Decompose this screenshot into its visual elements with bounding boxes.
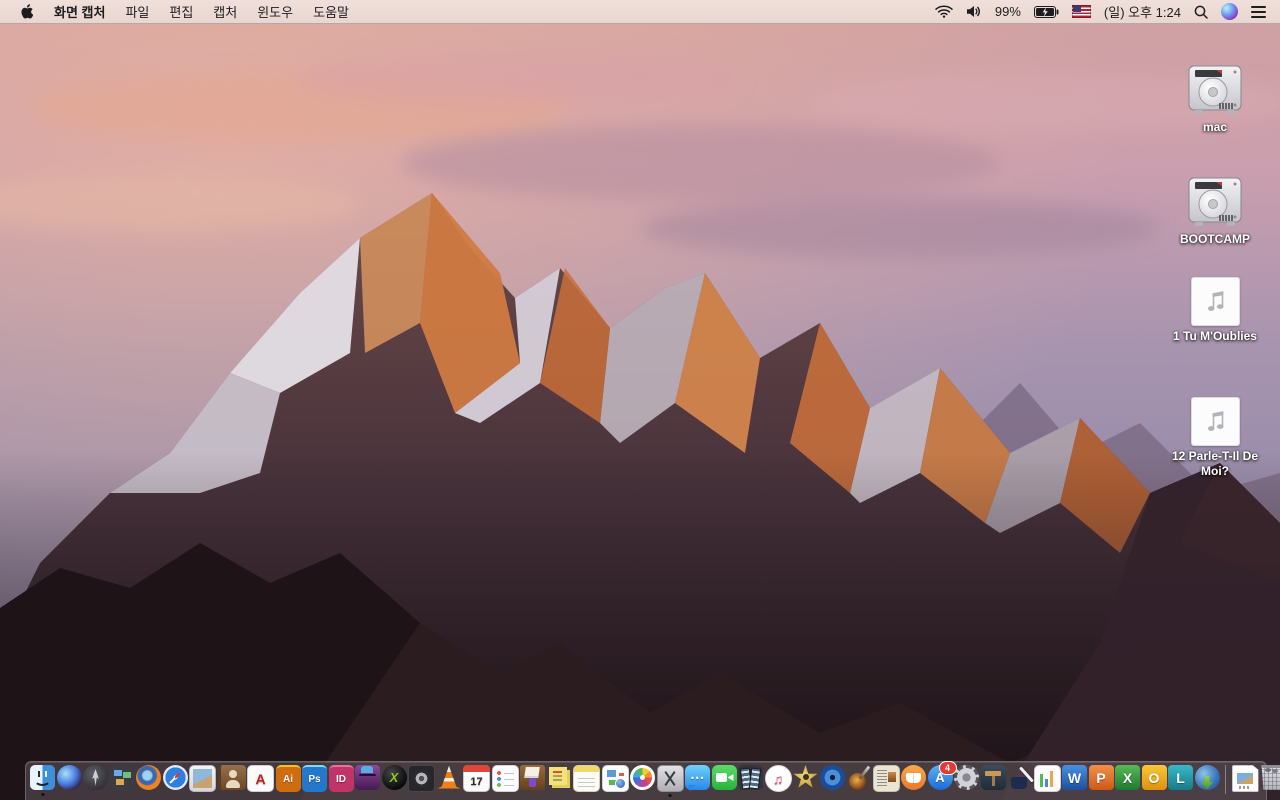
desktop-icon-label: 1 Tu M'Oublies — [1173, 329, 1257, 343]
input-source-flag-icon[interactable] — [1071, 5, 1091, 18]
dock-icon-pages[interactable] — [1007, 765, 1032, 790]
dock-icon-reminders[interactable] — [491, 765, 519, 792]
desktop-icon-bootcamp-drive[interactable]: BOOTCAMP — [1159, 173, 1271, 247]
dock-icon-indesign[interactable]: ID — [328, 765, 354, 792]
menu-help[interactable]: 도움말 — [303, 0, 359, 23]
dock-icon-numbers[interactable] — [1033, 765, 1061, 792]
dock-icon-document-file[interactable] — [1231, 765, 1259, 792]
excel-glyph: X — [1122, 769, 1133, 786]
dock-icon-toast[interactable] — [355, 765, 380, 790]
dock-icon-notes[interactable] — [573, 765, 600, 792]
dock-icon-imovie[interactable] — [793, 765, 818, 788]
dock-icon-news-clipping[interactable] — [872, 765, 900, 792]
volume-icon[interactable] — [966, 5, 982, 18]
desktop-area: mac BOOTCAMP 1 Tu M'Oublies 12 Parle-T-I… — [0, 23, 1280, 800]
dock-icon-word[interactable]: W — [1062, 765, 1087, 790]
menu-bar-left: 화면 캡처 파일 편집 캡처 윈도우 도움말 — [0, 0, 359, 23]
running-indicator — [668, 794, 672, 797]
menu-capture[interactable]: 캡처 — [203, 0, 247, 23]
wallpaper-sierra-mountains — [0, 23, 1280, 800]
battery-charging-icon[interactable] — [1033, 5, 1059, 18]
desktop-icon-mac-drive[interactable]: mac — [1159, 61, 1271, 135]
dock-icon-stickies[interactable] — [547, 765, 572, 790]
dock-icon-trash[interactable] — [1261, 765, 1280, 790]
menu-bar-clock[interactable]: (일) 오후 1:24 — [1104, 2, 1181, 21]
apple-menu-icon[interactable] — [0, 0, 44, 23]
notification-center-icon[interactable] — [1251, 5, 1266, 18]
dock-icon-calendar[interactable]: 17 — [463, 765, 490, 792]
menu-file[interactable]: 파일 — [115, 0, 159, 23]
dock-icon-ibooks[interactable] — [901, 765, 926, 790]
dock-icon-acrobat[interactable]: A — [247, 765, 274, 792]
dock-icon-keynote[interactable] — [980, 765, 1006, 790]
dock-icon-app-store[interactable]: A4 — [927, 761, 957, 790]
photoshop-glyph: Ps — [308, 774, 321, 785]
dock-separator — [1225, 765, 1226, 794]
dock-icon-outlook[interactable]: O — [1141, 765, 1167, 790]
dock-icon-powerpoint[interactable]: P — [1088, 765, 1114, 790]
dock-icon-dvd-player[interactable] — [819, 765, 845, 790]
dock-icon-lync[interactable]: L — [1168, 765, 1193, 790]
dock-icon-safari[interactable] — [162, 765, 188, 790]
dock-icon-contacts[interactable] — [217, 765, 246, 790]
hard-drive-icon — [1188, 177, 1242, 226]
dock-icon-x-converter[interactable]: X — [381, 765, 407, 790]
x-converter-glyph: X — [389, 770, 399, 785]
dock-icon-fan-utility[interactable] — [408, 765, 435, 792]
indesign-glyph: ID — [336, 774, 346, 785]
dock-icon-itunes[interactable]: ♫ — [764, 765, 792, 792]
itunes-glyph: ♫ — [772, 770, 784, 787]
acrobat-glyph: A — [255, 770, 266, 787]
menu-edit[interactable]: 편집 — [159, 0, 203, 23]
dock-icon-launchpad[interactable] — [83, 765, 108, 790]
dock-icon-photos[interactable] — [630, 765, 655, 790]
desktop-icon-label: 12 Parle-T-Il De Moi? — [1171, 449, 1259, 478]
messages-glyph: … — [689, 766, 706, 783]
notification-badge: 4 — [938, 761, 957, 775]
desktop-icon-audio-file-1[interactable]: 1 Tu M'Oublies — [1159, 277, 1271, 344]
dock-icon-garageband[interactable] — [846, 765, 871, 790]
dock-icon-excel[interactable]: X — [1115, 765, 1140, 790]
outlook-glyph: O — [1148, 769, 1160, 786]
dock-icon-siri[interactable] — [56, 765, 82, 790]
macos-desktop: 화면 캡처 파일 편집 캡처 윈도우 도움말 99% (일) 오후 1:24 m… — [0, 0, 1280, 800]
word-glyph: W — [1067, 769, 1082, 786]
dock-icon-downloader[interactable] — [1194, 765, 1220, 790]
wifi-icon[interactable] — [935, 5, 953, 18]
spotlight-search-icon[interactable] — [1194, 5, 1208, 19]
desktop-icon-label: BOOTCAMP — [1180, 232, 1250, 246]
dock-icon-grab[interactable] — [656, 765, 684, 797]
dock-icon-document-app[interactable] — [601, 765, 629, 792]
dock-icon-vlc[interactable] — [437, 765, 461, 789]
dock-icon-photoshop[interactable]: Ps — [302, 765, 327, 792]
running-indicator — [41, 793, 44, 796]
dock-icon-firefox[interactable] — [136, 765, 161, 790]
illustrator-glyph: Ai — [283, 774, 293, 785]
audio-file-icon — [1190, 397, 1240, 446]
menu-bar: 화면 캡처 파일 편집 캡처 윈도우 도움말 99% (일) 오후 1:24 — [0, 0, 1280, 24]
dock-icon-illustrator[interactable]: Ai — [275, 765, 301, 792]
menu-bar-status: 99% (일) 오후 1:24 — [935, 0, 1280, 23]
dock-icon-photo-booth[interactable] — [738, 765, 763, 790]
lync-glyph: L — [1176, 769, 1185, 786]
dock-icon-finder[interactable] — [30, 765, 55, 796]
dock-icon-facetime[interactable] — [711, 765, 737, 790]
dock-icon-messages[interactable]: … — [685, 765, 710, 791]
desktop-icon-audio-file-2[interactable]: 12 Parle-T-Il De Moi? — [1159, 397, 1271, 479]
active-app-menu[interactable]: 화면 캡처 — [44, 0, 115, 23]
audio-file-icon — [1190, 277, 1240, 326]
siri-icon[interactable] — [1221, 3, 1238, 20]
battery-percent-label: 99% — [994, 4, 1021, 19]
calendar-glyph: 17 — [470, 775, 483, 788]
menu-window[interactable]: 윈도우 — [247, 0, 303, 23]
desktop-icon-label: mac — [1202, 120, 1228, 134]
dock: A Ai Ps ID X 17… ♫ A 4 W P X O L — [25, 761, 1280, 800]
powerpoint-glyph: P — [1096, 769, 1106, 786]
hard-drive-icon — [1188, 65, 1242, 114]
dock-icon-preview[interactable] — [189, 765, 216, 792]
dock-icon-system-preferences[interactable] — [954, 765, 979, 790]
dock-icon-organizer[interactable] — [520, 765, 545, 790]
dock-icon-mission-control[interactable] — [109, 765, 135, 790]
